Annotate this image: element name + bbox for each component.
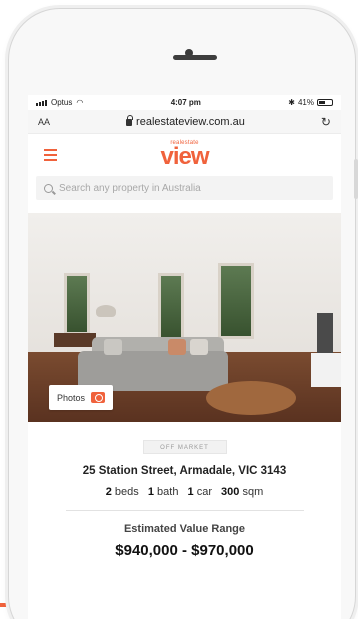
property-address: 25 Station Street, Armadale, VIC 3143 (82, 465, 287, 477)
search-placeholder[interactable]: Search any property in Australia (59, 183, 201, 194)
wifi-icon: ◠ (76, 98, 84, 107)
signal-icon (36, 99, 47, 106)
tv (317, 313, 333, 353)
photos-button[interactable]: Photos (49, 385, 114, 410)
pendant-lamp (96, 305, 116, 317)
camera-icon (91, 392, 106, 403)
estimate-value: $940,000 - $970,000 (115, 542, 254, 559)
land-size: 300 (221, 486, 240, 498)
speaker-grille (173, 55, 217, 60)
car-label: car (196, 486, 212, 498)
search-icon (44, 183, 53, 193)
property-features: 2 beds 1 bath 1 car 300 sqm (28, 486, 341, 498)
reload-icon[interactable]: ↻ (321, 115, 331, 129)
window (64, 273, 90, 335)
status-bar: Optus ◠ 4:07 pm ✱ 41% (28, 95, 341, 110)
text-size-button[interactable]: AA (38, 117, 50, 127)
search-bar[interactable]: Search any property in Australia (36, 176, 333, 200)
coffee-table (206, 381, 296, 415)
estimate-label: Estimated Value Range (123, 523, 246, 535)
browser-address-bar[interactable]: AA realestateview.com.au ↻ (28, 110, 341, 134)
car-count: 1 (187, 486, 194, 498)
photos-label: Photos (57, 392, 86, 403)
phone-screen: Optus ◠ 4:07 pm ✱ 41% AA realestateview.… (28, 95, 341, 619)
volume-button (354, 159, 358, 199)
bath-label: bath (157, 486, 179, 498)
dining-table (54, 333, 96, 347)
url-text: realestateview.com.au (136, 115, 245, 128)
status-badge: OFF MARKET (142, 440, 227, 454)
hamburger-icon[interactable] (44, 149, 57, 161)
url-display[interactable]: realestateview.com.au (126, 115, 245, 128)
logo-main-text: view (160, 143, 209, 170)
battery-percent: 41% (297, 98, 314, 107)
sideboard (311, 353, 341, 387)
property-photo[interactable]: Photos (28, 213, 341, 422)
carrier-name: Optus (51, 98, 73, 107)
land-size-unit: sqm (242, 486, 264, 498)
bath-count: 1 (147, 486, 154, 498)
bluetooth-icon: ✱ (288, 98, 295, 107)
battery-icon (317, 99, 333, 106)
divider (65, 510, 304, 511)
status-time: 4:07 pm (170, 98, 201, 107)
site-header: realestate view (28, 134, 341, 176)
beds-count: 2 (105, 486, 112, 498)
beds-label: beds (114, 486, 139, 498)
lock-icon (126, 115, 134, 126)
window (158, 273, 184, 341)
window (218, 263, 254, 339)
site-logo[interactable]: realestate view (160, 140, 209, 170)
